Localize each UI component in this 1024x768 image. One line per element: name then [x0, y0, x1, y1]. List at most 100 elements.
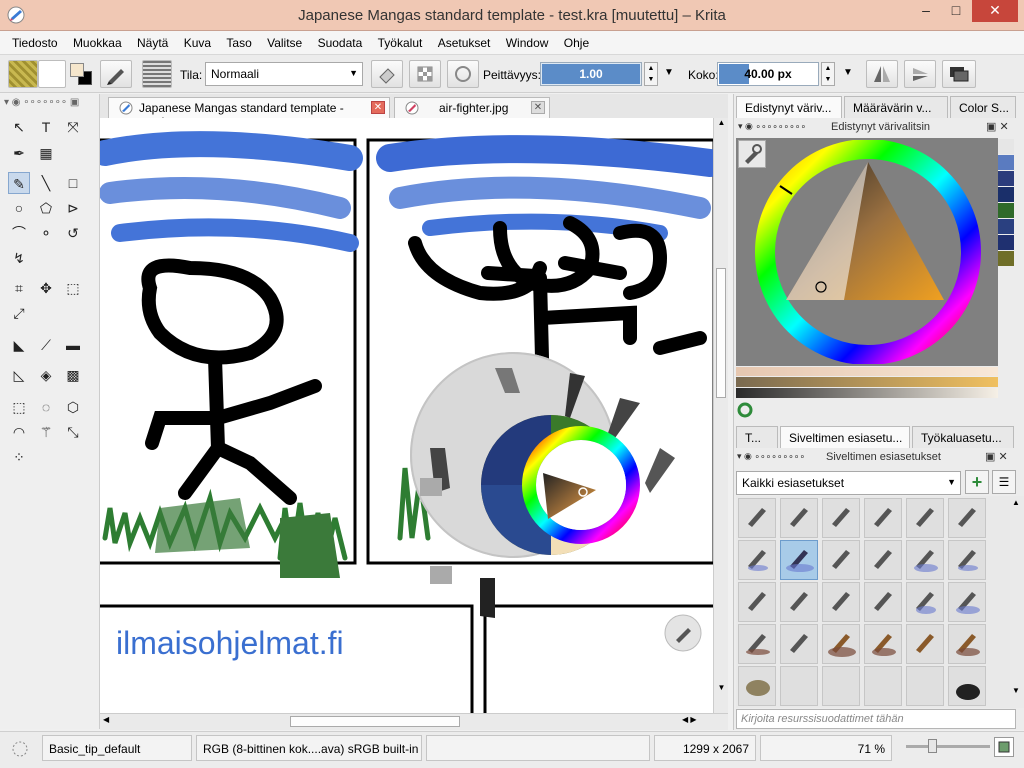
polyline-tool-icon[interactable]: ⊳ — [62, 197, 84, 219]
reload-preset-button[interactable] — [447, 60, 479, 88]
color-wheel[interactable] — [754, 140, 982, 364]
fg-bg-color-selector[interactable] — [68, 61, 94, 87]
text-tool-icon[interactable]: T — [35, 116, 57, 138]
swatch-olive[interactable] — [998, 251, 1014, 266]
menu-window[interactable]: Window — [500, 31, 555, 50]
tab-test-kra[interactable]: Japanese Mangas standard template - test… — [108, 97, 390, 129]
freehand-brush-tool-icon[interactable]: ✎ — [8, 172, 30, 194]
blend-mode-select[interactable]: Normaali ▼ — [205, 62, 363, 86]
calligraphy-tool-icon[interactable]: ✒ — [8, 142, 30, 164]
horizontal-scroll-thumb[interactable] — [290, 716, 460, 727]
float-icon[interactable]: ▣ ✕ — [985, 450, 1008, 463]
shade-bar-2[interactable] — [736, 377, 998, 387]
swatch-navy[interactable] — [998, 171, 1014, 186]
advanced-color-selector[interactable] — [736, 138, 998, 366]
assistant-tool-icon[interactable]: ⤢ — [8, 302, 30, 324]
refresh-icon[interactable] — [737, 402, 753, 418]
magic-wand-tool-icon[interactable]: ⚚ — [35, 421, 57, 443]
scroll-up-icon[interactable]: ▲ — [715, 118, 728, 132]
size-slider[interactable]: 40.00 px — [717, 62, 819, 86]
presets-scrollbar[interactable]: ▲ ▼ — [1010, 496, 1024, 708]
minimize-button[interactable]: – — [912, 0, 940, 22]
opacity-slider[interactable]: 1.00 — [540, 62, 642, 86]
swatch-deep-blue[interactable] — [998, 235, 1014, 250]
vertical-scrollbar[interactable]: ▲ ▼ — [713, 118, 728, 714]
fit-view-button[interactable] — [994, 737, 1014, 757]
add-preset-button[interactable]: + — [965, 470, 989, 494]
gradient-tool-icon[interactable]: ▬ — [62, 334, 84, 356]
swatch-dark-blue[interactable] — [998, 187, 1014, 202]
freehand-path-tool-icon[interactable]: ↯ — [8, 247, 30, 269]
size-spinner[interactable]: ▲ ▼ — [821, 62, 835, 86]
tab-advanced-color[interactable]: Edistynyt väriv... — [736, 96, 842, 118]
scroll-down-icon[interactable]: ▼ — [1012, 686, 1020, 695]
crop-tool-icon[interactable]: ⌗ — [8, 277, 30, 299]
menu-filter[interactable]: Suodata — [312, 31, 369, 50]
swatch-green[interactable] — [998, 203, 1014, 218]
tab-tool[interactable]: T... — [736, 426, 778, 448]
tab-specific-color[interactable]: Määrävärin v... — [844, 96, 948, 118]
pattern-tool-icon[interactable]: ▦ — [35, 142, 57, 164]
color-picker-tool-icon[interactable]: ⟋ — [35, 334, 57, 356]
horizontal-scrollbar[interactable]: ◀ ◀ ▶ — [100, 713, 728, 730]
menu-image[interactable]: Kuva — [178, 31, 217, 50]
pattern-button[interactable] — [8, 60, 38, 88]
perspective-grid-tool-icon[interactable]: ◈ — [35, 364, 57, 386]
line-tool-icon[interactable]: ╲ — [35, 172, 57, 194]
rectangle-tool-icon[interactable]: □ — [62, 172, 84, 194]
alpha-lock-button[interactable] — [409, 60, 441, 88]
opacity-spinner[interactable]: ▲ ▼ — [644, 62, 658, 86]
drawing-canvas[interactable]: ilmaisohjelmat.fi — [100, 118, 714, 714]
gradient-button[interactable] — [38, 60, 66, 88]
preset-filter-select[interactable]: Kaikki esiasetukset ▼ — [736, 471, 961, 495]
measure-tool-icon[interactable]: ◺ — [8, 364, 30, 386]
menu-help[interactable]: Ohje — [558, 31, 595, 50]
close-tab-icon[interactable]: ✕ — [531, 101, 545, 114]
fill-tool-icon[interactable]: ◣ — [8, 334, 30, 356]
polygonal-selection-tool-icon[interactable]: ⬡ — [62, 396, 84, 418]
workspace-button[interactable] — [942, 60, 976, 88]
ellipse-tool-icon[interactable]: ○ — [8, 197, 30, 219]
tab-brush-presets[interactable]: Siveltimen esiasetu... — [780, 426, 910, 448]
grid-tool-icon[interactable]: ▩ — [62, 364, 84, 386]
resource-filter-input[interactable]: Kirjoita resurssisuodattimet tähän — [736, 709, 1016, 729]
menu-tools[interactable]: Työkalut — [372, 31, 429, 50]
edit-shapes-tool-icon[interactable]: ⤧ — [62, 116, 84, 138]
menu-layer[interactable]: Taso — [220, 31, 257, 50]
close-button[interactable]: ✕ — [972, 0, 1018, 22]
size-dropdown-icon[interactable]: ▼ — [843, 67, 853, 78]
shade-bar-1[interactable] — [736, 367, 998, 376]
zoom-slider[interactable] — [906, 745, 990, 748]
scroll-down-icon[interactable]: ▼ — [715, 683, 728, 697]
collapse-icon[interactable]: ▾ ◉ ∘∘∘∘∘∘∘∘∘ — [737, 451, 805, 462]
scroll-up-icon[interactable]: ▲ — [1012, 498, 1020, 507]
zoom-slider-handle[interactable] — [928, 739, 937, 753]
select-shapes-tool-icon[interactable]: ↖ — [8, 116, 30, 138]
brush-pattern-button[interactable] — [142, 60, 172, 88]
multibrush-tool-icon[interactable]: ↺ — [62, 222, 84, 244]
move-tool-icon[interactable]: ✥ — [35, 277, 57, 299]
scroll-right-icon[interactable]: ◀ ▶ — [682, 715, 697, 724]
toolbox-handle-icon[interactable]: ▾ ◉ ∘∘∘∘∘∘∘ ▣ — [4, 97, 79, 108]
close-tab-icon[interactable]: ✕ — [371, 101, 385, 114]
transform-tool-icon[interactable]: ⬚ — [62, 277, 84, 299]
swatch-blue[interactable] — [998, 155, 1014, 170]
shade-bar-3[interactable] — [736, 388, 998, 398]
tab-tool-options[interactable]: Työkaluasetu... — [912, 426, 1014, 448]
mirror-horizontal-button[interactable] — [866, 60, 898, 88]
float-icon[interactable]: ▣ ✕ — [986, 120, 1009, 133]
mirror-vertical-button[interactable] — [904, 60, 936, 88]
tab-air-fighter[interactable]: air-fighter.jpg ✕ — [394, 97, 550, 118]
manga-artwork[interactable]: ilmaisohjelmat.fi — [100, 118, 714, 714]
menu-select[interactable]: Valitse — [261, 31, 308, 50]
maximize-button[interactable]: □ — [942, 0, 970, 22]
swatch-indigo[interactable] — [998, 219, 1014, 234]
rectangular-selection-tool-icon[interactable]: ⬚ — [8, 396, 30, 418]
collapse-icon[interactable]: ▾ ◉ ∘∘∘∘∘∘∘∘∘ — [738, 121, 806, 132]
dynamic-brush-tool-icon[interactable]: ⚬ — [35, 222, 57, 244]
menu-settings[interactable]: Asetukset — [432, 31, 497, 50]
brush-preset-button[interactable] — [100, 60, 132, 88]
bezier-tool-icon[interactable]: ⌒ — [8, 222, 30, 244]
menu-edit[interactable]: Muokkaa — [67, 31, 128, 50]
polygon-tool-icon[interactable]: ⬠ — [35, 197, 57, 219]
